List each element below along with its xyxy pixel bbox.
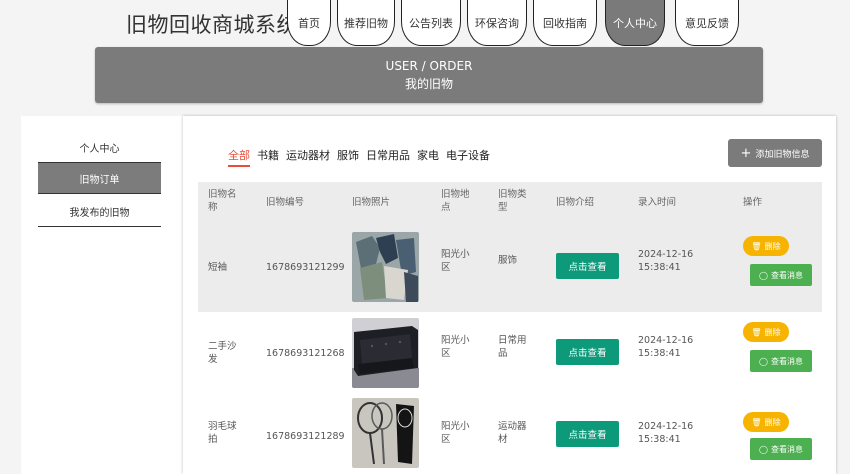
col-actions: 操作 bbox=[743, 197, 763, 208]
trash-icon: 🗑 bbox=[751, 417, 762, 427]
category-daily[interactable]: 日常用品 bbox=[366, 147, 410, 167]
category-filter: 全部 书籍 运动器材 服饰 日常用品 家电 电子设备 bbox=[228, 147, 497, 167]
col-time: 录入时间 bbox=[638, 197, 677, 208]
category-clothing[interactable]: 服饰 bbox=[337, 147, 359, 167]
item-name: 羽毛球拍 bbox=[208, 421, 237, 445]
item-location: 阳光小区 bbox=[441, 421, 470, 445]
header: 旧物回收商城系统 首页 推荐旧物 公告列表 环保咨询 回收指南 个人中心 意见反… bbox=[0, 0, 850, 46]
col-type: 旧物类型 bbox=[498, 189, 527, 213]
view-message-button[interactable]: ◯ 查看消息 bbox=[750, 264, 812, 286]
site-title: 旧物回收商城系统 bbox=[126, 13, 298, 37]
page-banner: USER / ORDER 我的旧物 bbox=[95, 47, 763, 103]
view-intro-button[interactable]: 点击查看 bbox=[556, 253, 619, 279]
chat-icon: ◯ bbox=[759, 270, 768, 280]
delete-button[interactable]: 🗑 删除 bbox=[743, 322, 789, 342]
sidebar: 个人中心 旧物订单 我发布的旧物 bbox=[21, 116, 183, 474]
nav-tab-feedback[interactable]: 意见反馈 bbox=[675, 0, 739, 46]
col-code: 旧物编号 bbox=[266, 197, 305, 208]
sidebar-item-orders[interactable]: 旧物订单 bbox=[38, 163, 161, 193]
nav-tab-notices[interactable]: 公告列表 bbox=[401, 0, 461, 46]
delete-label: 删除 bbox=[764, 417, 781, 427]
col-photo: 旧物照片 bbox=[352, 197, 391, 208]
delete-label: 删除 bbox=[764, 327, 781, 337]
message-label: 查看消息 bbox=[770, 444, 803, 454]
sidebar-item-my-items[interactable]: 我发布的旧物 bbox=[38, 196, 161, 226]
table-header: 旧物名称 旧物编号 旧物照片 旧物地点 旧物类型 旧物介绍 录入时间 操作 bbox=[198, 182, 822, 226]
nav-tab-eco-news[interactable]: 环保咨询 bbox=[467, 0, 527, 46]
sidebar-item-user-center[interactable]: 个人中心 bbox=[38, 132, 161, 162]
nav-tab-recommend[interactable]: 推荐旧物 bbox=[337, 0, 395, 46]
table-row: 二手沙发 1678693121268 阳光小区 日常用品 点击查看 2024-1… bbox=[198, 312, 822, 398]
view-message-button[interactable]: ◯ 查看消息 bbox=[750, 438, 812, 460]
category-all[interactable]: 全部 bbox=[228, 147, 250, 167]
table-row: 羽毛球拍 1678693121289 阳光小区 运动器材 点击查看 2024-1… bbox=[198, 398, 822, 474]
item-photo-sofa[interactable] bbox=[352, 318, 419, 388]
banner-title-cn: 我的旧物 bbox=[404, 77, 453, 91]
category-sports[interactable]: 运动器材 bbox=[286, 147, 330, 167]
item-type: 服饰 bbox=[498, 255, 518, 266]
col-intro: 旧物介绍 bbox=[556, 197, 595, 208]
item-code: 1678693121289 bbox=[266, 431, 345, 442]
message-label: 查看消息 bbox=[770, 356, 803, 366]
item-type: 日常用品 bbox=[498, 335, 527, 359]
delete-button[interactable]: 🗑 删除 bbox=[743, 236, 789, 256]
item-name: 短袖 bbox=[208, 262, 228, 273]
delete-label: 删除 bbox=[764, 241, 781, 251]
view-intro-button[interactable]: 点击查看 bbox=[556, 421, 619, 447]
add-item-button[interactable]: + 添加旧物信息 bbox=[728, 139, 822, 167]
item-photo-clothes[interactable] bbox=[352, 232, 419, 302]
item-code: 1678693121268 bbox=[266, 348, 345, 359]
chat-icon: ◯ bbox=[759, 356, 768, 366]
item-photo-racket[interactable] bbox=[352, 398, 419, 468]
view-intro-button[interactable]: 点击查看 bbox=[556, 339, 619, 365]
sidebar-divider bbox=[38, 226, 161, 227]
col-name: 旧物名称 bbox=[208, 189, 237, 213]
nav-tab-user-center[interactable]: 个人中心 bbox=[605, 0, 665, 46]
category-appliances[interactable]: 家电 bbox=[417, 147, 439, 167]
item-time: 2024-12-16 15:38:41 bbox=[638, 335, 694, 359]
sidebar-divider bbox=[38, 193, 161, 194]
banner-title-en: USER / ORDER bbox=[385, 59, 473, 73]
item-location: 阳光小区 bbox=[441, 249, 470, 273]
nav-tab-guide[interactable]: 回收指南 bbox=[533, 0, 597, 46]
chat-icon: ◯ bbox=[759, 444, 768, 454]
item-code: 1678693121299 bbox=[266, 262, 345, 273]
delete-button[interactable]: 🗑 删除 bbox=[743, 412, 789, 432]
trash-icon: 🗑 bbox=[751, 327, 762, 337]
item-type: 运动器材 bbox=[498, 421, 527, 445]
main-panel: 全部 书籍 运动器材 服饰 日常用品 家电 电子设备 + 添加旧物信息 旧物名称… bbox=[183, 116, 836, 474]
category-electronics[interactable]: 电子设备 bbox=[446, 147, 490, 167]
plus-icon: + bbox=[740, 145, 752, 161]
col-location: 旧物地点 bbox=[441, 189, 470, 213]
category-books[interactable]: 书籍 bbox=[257, 147, 279, 167]
nav-tab-home[interactable]: 首页 bbox=[287, 0, 331, 46]
item-location: 阳光小区 bbox=[441, 335, 470, 359]
item-time: 2024-12-16 15:38:41 bbox=[638, 249, 694, 273]
message-label: 查看消息 bbox=[770, 270, 803, 280]
item-time: 2024-12-16 15:38:41 bbox=[638, 421, 694, 445]
view-message-button[interactable]: ◯ 查看消息 bbox=[750, 350, 812, 372]
item-name: 二手沙发 bbox=[208, 341, 237, 365]
trash-icon: 🗑 bbox=[751, 241, 762, 251]
table-row: 短袖 1678693121299 阳光小区 服饰 点击查看 2024-12-16… bbox=[198, 226, 822, 312]
add-item-label: 添加旧物信息 bbox=[755, 149, 810, 160]
